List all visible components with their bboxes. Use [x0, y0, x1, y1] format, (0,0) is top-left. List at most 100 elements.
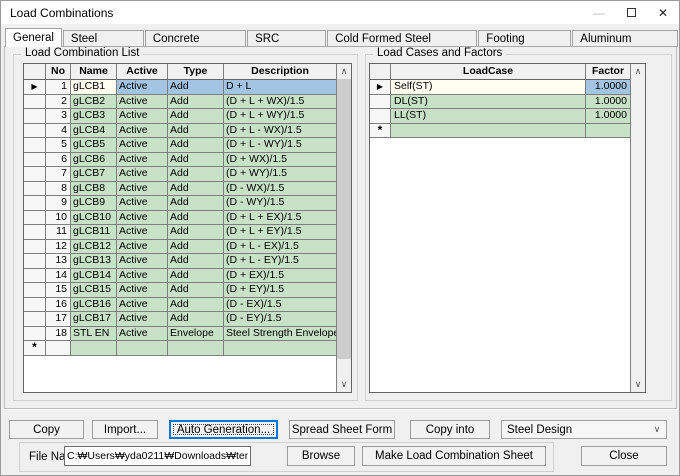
cell-no[interactable]: 10: [46, 211, 71, 226]
maximize-icon[interactable]: [615, 1, 647, 24]
tab-aluminum-design[interactable]: Aluminum Design: [572, 30, 678, 47]
cell-name[interactable]: [71, 341, 117, 356]
row-header-cell[interactable]: [24, 95, 46, 110]
cell-active[interactable]: Active: [117, 80, 168, 95]
cell-active[interactable]: Active: [117, 167, 168, 182]
cell-description[interactable]: (D + L + WY)/1.5: [224, 109, 336, 124]
make-load-combination-sheet-button[interactable]: Make Load Combination Sheet: [362, 446, 546, 466]
spread-sheet-form-button[interactable]: Spread Sheet Form: [289, 420, 395, 439]
scroll-up-icon[interactable]: ∧: [337, 64, 351, 79]
cell-active[interactable]: Active: [117, 254, 168, 269]
cell-active[interactable]: Active: [117, 283, 168, 298]
cell-type[interactable]: [168, 341, 224, 356]
cell-description[interactable]: [224, 341, 336, 356]
row-header-cell[interactable]: [24, 196, 46, 211]
col-header-active[interactable]: Active: [117, 64, 168, 80]
row-header-cell[interactable]: [24, 240, 46, 255]
cell-active[interactable]: Active: [117, 109, 168, 124]
cell-no[interactable]: 18: [46, 327, 71, 342]
cell-type[interactable]: Add: [168, 95, 224, 110]
row-header-cell[interactable]: [370, 109, 391, 124]
cell-no[interactable]: [46, 341, 71, 356]
scrollbar-track[interactable]: [631, 79, 645, 377]
design-select-dropdown[interactable]: Steel Design ∨: [501, 420, 667, 439]
tab-footing-design[interactable]: Footing Design: [478, 30, 571, 47]
cell-description[interactable]: (D - WY)/1.5: [224, 196, 336, 211]
cell-type[interactable]: Add: [168, 196, 224, 211]
cell-type[interactable]: Add: [168, 138, 224, 153]
cell-type[interactable]: Add: [168, 211, 224, 226]
cell-type[interactable]: Add: [168, 109, 224, 124]
cell-active[interactable]: Active: [117, 138, 168, 153]
cell-loadcase[interactable]: [391, 124, 586, 139]
close-icon[interactable]: ✕: [647, 1, 679, 24]
cell-no[interactable]: 8: [46, 182, 71, 197]
tab-concrete-design[interactable]: Concrete Design: [145, 30, 246, 47]
cell-type[interactable]: Add: [168, 283, 224, 298]
cell-description[interactable]: (D + L + EY)/1.5: [224, 225, 336, 240]
cell-active[interactable]: [117, 341, 168, 356]
new-row-icon[interactable]: *: [24, 341, 46, 356]
scrollbar-track[interactable]: [337, 79, 351, 377]
right-table-scrollbar[interactable]: ∧ ∨: [630, 64, 645, 392]
cell-type[interactable]: Add: [168, 254, 224, 269]
cell-active[interactable]: Active: [117, 298, 168, 313]
close-button[interactable]: Close: [581, 446, 667, 466]
cell-no[interactable]: 11: [46, 225, 71, 240]
cell-loadcase[interactable]: LL(ST): [391, 109, 586, 124]
cell-factor[interactable]: 1.0000: [586, 95, 630, 110]
cell-type[interactable]: Add: [168, 80, 224, 95]
row-header-cell[interactable]: [370, 95, 391, 110]
row-header-cell[interactable]: [24, 327, 46, 342]
cell-type[interactable]: Add: [168, 124, 224, 139]
cell-loadcase[interactable]: DL(ST): [391, 95, 586, 110]
cell-type[interactable]: Add: [168, 167, 224, 182]
cell-type[interactable]: Add: [168, 298, 224, 313]
cell-description[interactable]: Steel Strength Envelope: [224, 327, 336, 342]
cell-active[interactable]: Active: [117, 124, 168, 139]
col-header-factor[interactable]: Factor: [586, 64, 630, 80]
cell-description[interactable]: (D + L + WX)/1.5: [224, 95, 336, 110]
row-header-cell[interactable]: [24, 211, 46, 226]
cell-description[interactable]: (D + L - WX)/1.5: [224, 124, 336, 139]
row-header-cell[interactable]: [24, 109, 46, 124]
cell-active[interactable]: Active: [117, 153, 168, 168]
cell-no[interactable]: 1: [46, 80, 71, 95]
left-table-scrollbar[interactable]: ∧ ∨: [336, 64, 351, 392]
row-header-cell[interactable]: [24, 124, 46, 139]
col-header-no[interactable]: No: [46, 64, 71, 80]
col-header-loadcase[interactable]: LoadCase: [391, 64, 586, 80]
tab-steel-design[interactable]: Steel Design: [63, 30, 144, 47]
row-header-cell[interactable]: [24, 153, 46, 168]
row-header-cell[interactable]: [24, 182, 46, 197]
cell-active[interactable]: Active: [117, 182, 168, 197]
cell-name[interactable]: gLCB9: [71, 196, 117, 211]
cell-no[interactable]: 7: [46, 167, 71, 182]
row-header-cell[interactable]: ▶: [370, 80, 391, 95]
row-header-cell[interactable]: [24, 269, 46, 284]
cell-active[interactable]: Active: [117, 211, 168, 226]
row-header-cell[interactable]: [24, 167, 46, 182]
col-header-name[interactable]: Name: [71, 64, 117, 80]
import-button[interactable]: Import...: [92, 420, 158, 439]
cell-description[interactable]: (D + L - EX)/1.5: [224, 240, 336, 255]
cell-active[interactable]: Active: [117, 269, 168, 284]
cell-factor[interactable]: 1.0000: [586, 109, 630, 124]
cell-type[interactable]: Add: [168, 225, 224, 240]
cell-name[interactable]: gLCB3: [71, 109, 117, 124]
cell-no[interactable]: 6: [46, 153, 71, 168]
file-name-input[interactable]: [64, 446, 251, 466]
tab-cold-formed-steel-design[interactable]: Cold Formed Steel Design: [327, 30, 477, 47]
cell-description[interactable]: (D - EY)/1.5: [224, 312, 336, 327]
cell-name[interactable]: gLCB13: [71, 254, 117, 269]
scroll-down-icon[interactable]: ∨: [337, 377, 351, 392]
new-row-icon[interactable]: *: [370, 124, 391, 139]
cell-description[interactable]: (D + L - EY)/1.5: [224, 254, 336, 269]
cell-name[interactable]: gLCB15: [71, 283, 117, 298]
cell-name[interactable]: gLCB12: [71, 240, 117, 255]
cell-active[interactable]: Active: [117, 196, 168, 211]
cell-name[interactable]: gLCB7: [71, 167, 117, 182]
cell-loadcase[interactable]: Self(ST): [391, 80, 586, 95]
corner-header-cell[interactable]: [24, 64, 46, 80]
cell-no[interactable]: 15: [46, 283, 71, 298]
